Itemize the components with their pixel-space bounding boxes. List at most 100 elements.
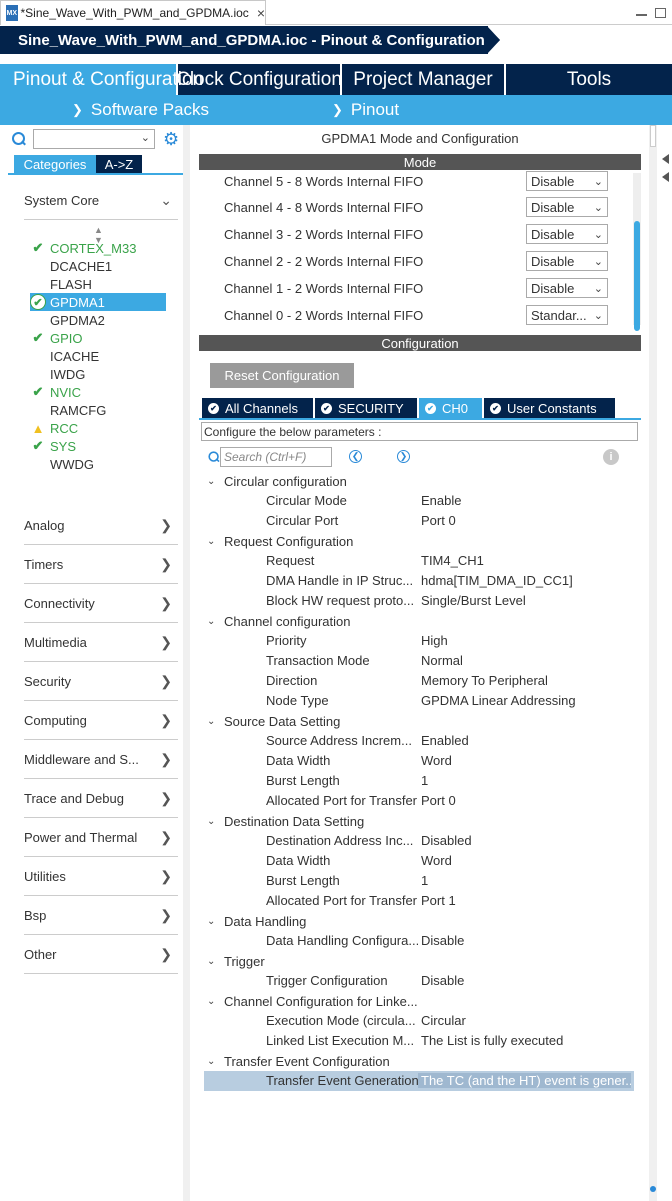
tab-security[interactable]: ✔ SECURITY: [315, 398, 417, 418]
param-row[interactable]: Trigger Configuration Disable: [204, 971, 634, 991]
minimize-icon[interactable]: [636, 10, 647, 16]
channel-4-select[interactable]: Disable ⌄: [526, 197, 608, 217]
param-row[interactable]: Data Handling Configura... Disable: [204, 931, 634, 951]
scroll-down-icon[interactable]: [649, 1180, 657, 1200]
tab-ch0[interactable]: ✔ CH0: [419, 398, 482, 418]
group-system-core[interactable]: System Core ⌄: [24, 181, 178, 220]
param-row[interactable]: Burst Length 1: [204, 871, 634, 891]
channel-5-select[interactable]: Disable ⌄: [526, 171, 608, 191]
group-middleware[interactable]: Middleware and S... ❯: [24, 740, 178, 779]
reset-configuration-button[interactable]: Reset Configuration: [210, 363, 354, 388]
tab-a-z[interactable]: A->Z: [96, 155, 142, 174]
peripheral-iwdg[interactable]: IWDG: [30, 365, 166, 383]
group-trace-and-debug[interactable]: Trace and Debug ❯: [24, 779, 178, 818]
param-row[interactable]: Allocated Port for Transfer Port 1: [204, 891, 634, 911]
tab-clock-configuration[interactable]: Clock Configuration: [176, 64, 342, 95]
group-other[interactable]: Other ❯: [24, 935, 178, 974]
group-power-and-thermal[interactable]: Power and Thermal ❯: [24, 818, 178, 857]
breadcrumb-title[interactable]: Sine_Wave_With_PWM_and_GPDMA.ioc - Pinou…: [0, 26, 488, 54]
param-row[interactable]: Destination Address Inc... Disabled: [204, 831, 634, 851]
maximize-icon[interactable]: [655, 7, 666, 18]
chevron-down-icon[interactable]: ⌄: [204, 616, 224, 627]
tree-section[interactable]: ⌄ Destination Data Setting: [204, 811, 634, 831]
tab-project-manager[interactable]: Project Manager: [342, 64, 506, 95]
collapse-left-icon[interactable]: [662, 172, 669, 182]
search-icon[interactable]: [208, 451, 221, 464]
tree-section[interactable]: ⌄ Trigger: [204, 951, 634, 971]
chevron-down-icon[interactable]: ⌄: [204, 956, 224, 967]
peripheral-nvic[interactable]: ✔ NVIC: [30, 383, 166, 401]
peripheral-dcache1[interactable]: DCACHE1: [30, 257, 166, 275]
chevron-down-icon[interactable]: ⌄: [204, 996, 224, 1007]
tree-section[interactable]: ⌄ Data Handling: [204, 911, 634, 931]
chevron-down-icon[interactable]: ⌄: [204, 1056, 224, 1067]
channel-3-select[interactable]: Disable ⌄: [526, 224, 608, 244]
peripheral-rcc[interactable]: ▲ RCC: [30, 419, 166, 437]
software-packs-menu[interactable]: ❯ Software Packs: [72, 100, 209, 120]
right-panel-scrollbar-thumb[interactable]: [650, 125, 656, 147]
chevron-down-icon[interactable]: ⌄: [204, 716, 224, 727]
peripheral-sys[interactable]: ✔ SYS: [30, 437, 166, 455]
param-row-selected[interactable]: Transfer Event Generation The TC (and the…: [204, 1071, 634, 1091]
tree-section[interactable]: ⌄ Request Configuration: [204, 531, 634, 551]
group-security[interactable]: Security ❯: [24, 662, 178, 701]
param-row[interactable]: Node Type GPDMA Linear Addressing: [204, 691, 634, 711]
peripheral-ramcfg[interactable]: RAMCFG: [30, 401, 166, 419]
peripheral-flash[interactable]: FLASH: [30, 275, 166, 293]
pinout-menu[interactable]: ❯ Pinout: [332, 100, 399, 120]
info-icon[interactable]: i: [603, 449, 619, 465]
param-row[interactable]: Transaction Mode Normal: [204, 651, 634, 671]
group-analog[interactable]: Analog ❯: [24, 506, 178, 545]
param-search-input[interactable]: Search (Ctrl+F): [220, 447, 332, 467]
channel-2-select[interactable]: Disable ⌄: [526, 251, 608, 271]
tab-all-channels[interactable]: ✔ All Channels: [202, 398, 313, 418]
param-row[interactable]: Request TIM4_CH1: [204, 551, 634, 571]
tree-section[interactable]: ⌄ Source Data Setting: [204, 711, 634, 731]
chevron-down-icon[interactable]: ⌄: [204, 916, 224, 927]
param-row[interactable]: Execution Mode (circula... Circular: [204, 1011, 634, 1031]
param-row[interactable]: Circular Port Port 0: [204, 511, 634, 531]
group-computing[interactable]: Computing ❯: [24, 701, 178, 740]
peripheral-icache[interactable]: ICACHE: [30, 347, 166, 365]
peripheral-wwdg[interactable]: WWDG: [30, 455, 166, 473]
param-row[interactable]: Linked List Execution M... The List is fu…: [204, 1031, 634, 1051]
param-row[interactable]: Burst Length 1: [204, 771, 634, 791]
tab-categories[interactable]: Categories: [14, 155, 96, 174]
group-timers[interactable]: Timers ❯: [24, 545, 178, 584]
group-utilities[interactable]: Utilities ❯: [24, 857, 178, 896]
channel-1-select[interactable]: Disable ⌄: [526, 278, 608, 298]
tree-section[interactable]: ⌄ Transfer Event Configuration: [204, 1051, 634, 1071]
peripheral-gpio[interactable]: ✔ GPIO: [30, 329, 166, 347]
collapse-left-icon[interactable]: [662, 154, 669, 164]
param-row[interactable]: Block HW request proto... Single/Burst Le…: [204, 591, 634, 611]
param-row[interactable]: Circular Mode Enable: [204, 491, 634, 511]
group-bsp[interactable]: Bsp ❯: [24, 896, 178, 935]
tree-section[interactable]: ⌄ Channel configuration: [204, 611, 634, 631]
mode-scrollbar-thumb[interactable]: [634, 221, 640, 331]
group-multimedia[interactable]: Multimedia ❯: [24, 623, 178, 662]
tab-user-constants[interactable]: ✔ User Constants: [484, 398, 615, 418]
previous-result-icon[interactable]: ❮: [349, 450, 362, 463]
param-row[interactable]: Priority High: [204, 631, 634, 651]
peripheral-cortex-m33[interactable]: ✔ CORTEX_M33: [30, 239, 166, 257]
chevron-down-icon[interactable]: ⌄: [204, 816, 224, 827]
left-panel-scrollbar[interactable]: [183, 125, 190, 1201]
param-row[interactable]: Data Width Word: [204, 751, 634, 771]
param-row[interactable]: DMA Handle in IP Struc... hdma[TIM_DMA_ID…: [204, 571, 634, 591]
group-connectivity[interactable]: Connectivity ❯: [24, 584, 178, 623]
tree-section[interactable]: ⌄ Channel Configuration for Linke...: [204, 991, 634, 1011]
tree-section[interactable]: ⌄ Circular configuration: [204, 471, 634, 491]
chevron-down-icon[interactable]: ⌄: [204, 476, 224, 487]
peripheral-gpdma2[interactable]: GPDMA2: [30, 311, 166, 329]
close-icon[interactable]: ×: [257, 5, 265, 21]
peripheral-gpdma1[interactable]: ✔ GPDMA1: [30, 293, 166, 311]
param-row[interactable]: Direction Memory To Peripheral: [204, 671, 634, 691]
tab-pinout-configuration[interactable]: Pinout & Configuration: [0, 64, 203, 95]
param-row[interactable]: Allocated Port for Transfer Port 0: [204, 791, 634, 811]
category-search-input[interactable]: ⌄: [33, 129, 155, 149]
chevron-down-icon[interactable]: ⌄: [141, 131, 150, 144]
chevron-down-icon[interactable]: ⌄: [204, 536, 224, 547]
tab-tools[interactable]: Tools: [506, 64, 672, 95]
gear-icon[interactable]: ⚙: [163, 129, 179, 150]
next-result-icon[interactable]: ❯: [397, 450, 410, 463]
